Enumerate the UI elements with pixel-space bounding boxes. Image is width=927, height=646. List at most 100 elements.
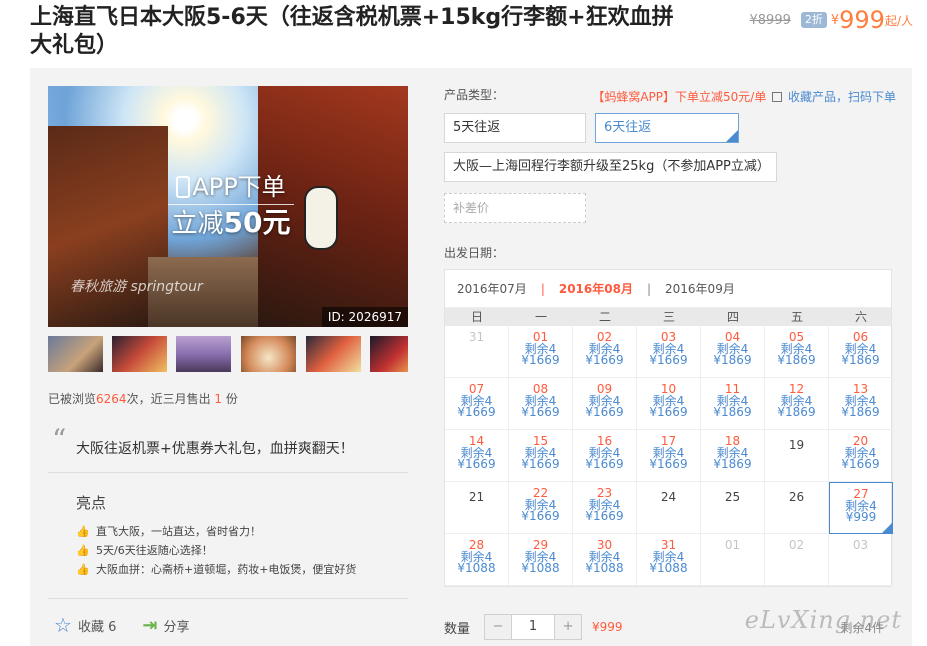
thumbnail[interactable] <box>112 336 167 372</box>
day-price: ¥1869 <box>841 405 880 419</box>
quantity-input[interactable]: 1 <box>511 615 556 639</box>
photo-id: ID: 2026917 <box>321 307 408 327</box>
option-6-days[interactable]: 6天往返 <box>595 113 739 143</box>
option-5-days[interactable]: 5天往返 <box>444 113 586 143</box>
photo-lantern <box>304 186 338 250</box>
product-header: 上海直飞日本大阪5-6天（往返含税机票+15kg行李额+狂欢血拼大礼包） <box>30 4 690 60</box>
calendar-day-10[interactable]: 10 剩余4 ¥1669 <box>637 378 701 430</box>
day-price: ¥1669 <box>585 405 624 419</box>
promo-line2-prefix: 立减 <box>171 209 224 239</box>
thumbnail[interactable] <box>306 336 361 372</box>
phone-icon <box>176 176 191 198</box>
photo-watermark: 春秋旅游 springtour <box>70 279 203 295</box>
views-mid: 次，近三月售出 <box>126 392 211 406</box>
highlight-item: 👍 大阪血拼：心斋桥+道顿堀，药妆+电饭煲，便宜好货 <box>76 560 356 579</box>
highlight-text: 大阪血拼：心斋桥+道顿堀，药妆+电饭煲，便宜好货 <box>96 563 357 576</box>
quantity-stepper[interactable]: − 1 + <box>484 614 583 640</box>
calendar-day-19: 19 <box>765 430 829 482</box>
thumbnail[interactable] <box>48 336 103 372</box>
day-price: ¥1088 <box>649 561 688 575</box>
booking-area: 产品类型： 【蚂蜂窝APP】下单立减50元/单 收藏产品，扫码下单 5天往返 6… <box>444 86 896 640</box>
main-product-photo[interactable]: APP下单 立减50元 春秋旅游 springtour ID: 2026917 <box>48 86 408 327</box>
day-number: 19 <box>788 438 805 452</box>
calendar-day-07[interactable]: 07 剩余4 ¥1669 <box>445 378 509 430</box>
calendar-day-15[interactable]: 15 剩余4 ¥1669 <box>509 430 573 482</box>
calendar-day-03[interactable]: 03 剩余4 ¥1669 <box>637 326 701 378</box>
weekday-thu: 四 <box>726 310 739 324</box>
calendar-day-08[interactable]: 08 剩余4 ¥1669 <box>509 378 573 430</box>
current-price: 999 <box>839 6 885 34</box>
calendar-day-04[interactable]: 04 剩余4 ¥1869 <box>701 326 765 378</box>
highlight-text: 直飞大阪，一站直达，省时省力！ <box>96 525 261 538</box>
calendar-day-20[interactable]: 20 剩余4 ¥1669 <box>829 430 893 482</box>
product-panel: APP下单 立减50元 春秋旅游 springtour ID: 2026917 … <box>30 68 912 646</box>
calendar-day-16[interactable]: 16 剩余4 ¥1669 <box>573 430 637 482</box>
thumbnail[interactable] <box>176 336 231 372</box>
calendar-day-01[interactable]: 01 剩余4 ¥1669 <box>509 326 573 378</box>
day-price: ¥1869 <box>777 405 816 419</box>
price-suffix: 起/人 <box>884 13 913 28</box>
site-watermark: eLvXing.net <box>744 606 902 634</box>
views-count: 6264 <box>96 392 127 406</box>
sold-suffix: 份 <box>225 392 238 406</box>
month-separator: | <box>646 281 652 296</box>
favorite-label: 收藏 6 <box>77 619 117 635</box>
calendar-day-09[interactable]: 09 剩余4 ¥1669 <box>573 378 637 430</box>
day-price: ¥1669 <box>457 457 496 471</box>
calendar-day-14[interactable]: 14 剩余4 ¥1669 <box>445 430 509 482</box>
app-promo-overlay: APP下单 立减50元 <box>156 172 306 240</box>
calendar-day-02[interactable]: 02 剩余4 ¥1669 <box>573 326 637 378</box>
quantity-minus-button[interactable]: − <box>485 615 512 639</box>
day-price: ¥1669 <box>649 457 688 471</box>
highlight-text: 5天/6天往返随心选择！ <box>96 544 213 557</box>
weekday-sun: 日 <box>470 310 483 324</box>
day-number: 24 <box>660 490 677 504</box>
calendar-day-06[interactable]: 06 剩余4 ¥1869 <box>829 326 893 378</box>
option-supplement[interactable]: 补差价 <box>444 193 586 223</box>
thumbnail[interactable] <box>241 336 296 372</box>
calendar-day-28[interactable]: 28 剩余4 ¥1088 <box>445 534 509 586</box>
favorite-button[interactable]: ☆ 收藏 6 <box>54 613 116 637</box>
highlights-title: 亮点 <box>76 494 107 512</box>
calendar-day-11[interactable]: 11 剩余4 ¥1869 <box>701 378 765 430</box>
share-button[interactable]: ⇥ 分享 <box>142 615 189 636</box>
discount-badge: 2折 <box>800 12 827 28</box>
calendar-day-12[interactable]: 12 剩余4 ¥1869 <box>765 378 829 430</box>
thumbnail[interactable] <box>370 336 408 372</box>
weekday-wed: 三 <box>662 310 675 324</box>
calendar-grid: 31 01 剩余4 ¥1669 02 剩余4 ¥1669 03 剩余4 ¥1669 04 剩余4 ¥18… <box>445 326 893 586</box>
calendar-day-13[interactable]: 13 剩余4 ¥1869 <box>829 378 893 430</box>
calendar-day-21: 21 <box>445 482 509 534</box>
divider <box>48 598 408 599</box>
calendar-day-17[interactable]: 17 剩余4 ¥1669 <box>637 430 701 482</box>
calendar-day-29[interactable]: 29 剩余4 ¥1088 <box>509 534 573 586</box>
weekday-tue: 二 <box>598 310 611 324</box>
day-price: ¥1669 <box>521 353 560 367</box>
day-price: ¥1669 <box>457 405 496 419</box>
highlight-item: 👍 5天/6天往返随心选择！ <box>76 541 356 560</box>
day-price: ¥1669 <box>585 353 624 367</box>
share-icon: ⇥ <box>142 614 158 636</box>
weekday-header: 日 一 二 三 四 五 六 <box>445 308 891 326</box>
month-tab-prev[interactable]: 2016年07月 <box>457 280 527 297</box>
calendar-day-18[interactable]: 18 剩余4 ¥1869 <box>701 430 765 482</box>
calendar-day-27[interactable]: 27 剩余4 ¥999 <box>829 482 893 534</box>
thumbnail-strip <box>48 336 408 372</box>
divider <box>48 472 408 473</box>
calendar-day-02: 02 <box>765 534 829 586</box>
calendar-day-30[interactable]: 30 剩余4 ¥1088 <box>573 534 637 586</box>
quantity-plus-button[interactable]: + <box>555 615 582 639</box>
option-luggage-upgrade[interactable]: 大阪—上海回程行李额升级至25kg（不参加APP立减） <box>444 152 777 182</box>
calendar-day-23[interactable]: 23 剩余4 ¥1669 <box>573 482 637 534</box>
favorite-scan-link[interactable]: 收藏产品，扫码下单 <box>788 90 896 104</box>
calendar-day-05[interactable]: 05 剩余4 ¥1869 <box>765 326 829 378</box>
thumbs-up-icon: 👍 <box>76 543 90 557</box>
month-tab-current[interactable]: 2016年08月 <box>559 280 633 297</box>
month-tab-next[interactable]: 2016年09月 <box>665 280 735 297</box>
day-price: ¥1669 <box>649 353 688 367</box>
calendar-day-31[interactable]: 31 剩余4 ¥1088 <box>637 534 701 586</box>
calendar-day-22[interactable]: 22 剩余4 ¥1669 <box>509 482 573 534</box>
app-discount-text: 【蚂蜂窝APP】下单立减50元/单 <box>592 90 767 104</box>
calendar-day-26: 26 <box>765 482 829 534</box>
day-number: 26 <box>788 490 805 504</box>
